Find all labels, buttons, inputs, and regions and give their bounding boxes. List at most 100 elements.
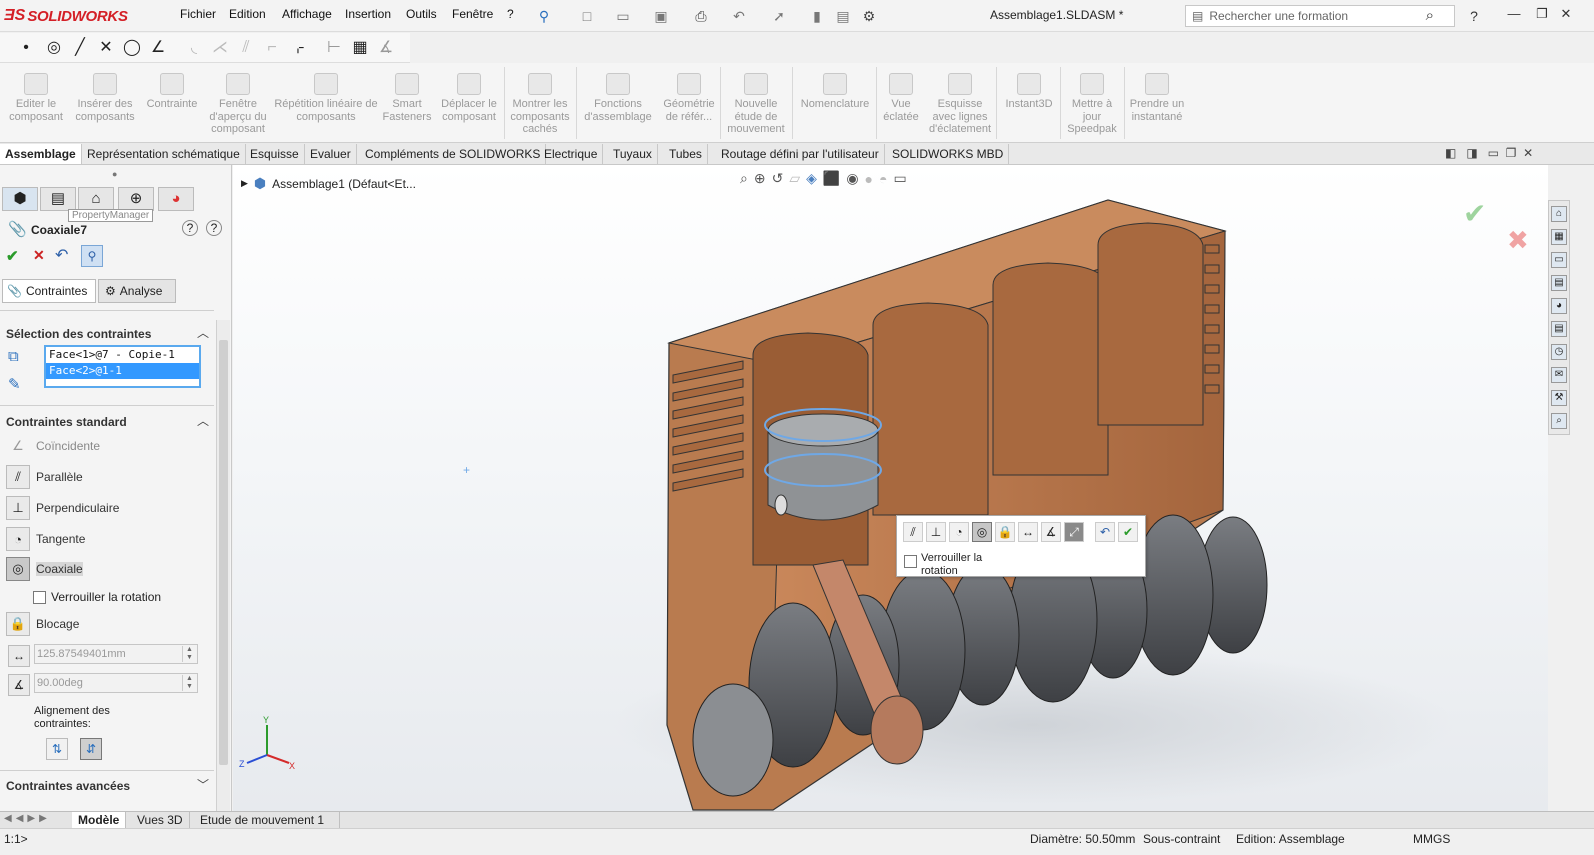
angle-icon[interactable]: ∡ [1041, 522, 1061, 542]
file-explorer-icon[interactable]: ▭ [1551, 252, 1567, 268]
appearances-icon[interactable]: ◕ [1551, 298, 1567, 314]
section-selection-header[interactable]: Sélection des contraintes [6, 327, 151, 341]
rebuild-icon[interactable]: ▮ [808, 7, 826, 25]
checkbox[interactable] [904, 555, 917, 568]
cmd-component-preview[interactable]: Fenêtre d'aperçu du composant [204, 67, 272, 139]
select-icon[interactable]: ➚ [770, 7, 788, 25]
tab-complements[interactable]: Compléments de SOLIDWORKS [360, 144, 547, 164]
search-results-icon[interactable]: ⌕ [1551, 413, 1567, 429]
panel-arrow-icons[interactable]: ◧ ◨ ▭ ❐ ✕ [1445, 146, 1533, 160]
tab-dimxpert[interactable]: ⊕ [118, 187, 154, 211]
restore-icon[interactable]: ❐ [1528, 6, 1556, 22]
flip-alignment-icon[interactable]: ⤢ [1064, 522, 1084, 542]
cmd-explode-line-sketch[interactable]: Esquisse avec lignes d'éclatement [926, 67, 994, 139]
menu-edition[interactable]: Edition [229, 7, 266, 21]
cmd-new-motion-study[interactable]: Nouvelle étude de mouvement [722, 67, 790, 139]
section-standard-header[interactable]: Contraintes standard [6, 415, 127, 429]
mate-lock[interactable]: 🔒 Blocage [6, 612, 79, 636]
cancel-x-icon[interactable]: ✕ [33, 247, 45, 264]
search-icon[interactable]: ⌕ [1426, 7, 1434, 24]
trim-icon[interactable]: ✕ [96, 39, 116, 57]
tab-scroll-arrows-icon[interactable]: ◀◀▶▶ [4, 813, 51, 824]
solidworks-logo[interactable]: ƎS SOLIDWORKS [4, 4, 152, 28]
forum-icon[interactable]: ✉ [1551, 367, 1567, 383]
hide-show-icon[interactable]: ◉ [846, 170, 858, 187]
menu-fenetre[interactable]: Fenêtre [452, 7, 493, 21]
list-item[interactable]: Face<1>@7 - Copie-1 [46, 347, 199, 363]
save-icon[interactable]: ▣ [652, 7, 670, 25]
tab-esquisse[interactable]: Esquisse [245, 144, 305, 164]
cmd-move-component[interactable]: Déplacer le composant [436, 67, 502, 139]
mate-perpendicular[interactable]: ⊥ Perpendiculaire [6, 496, 119, 520]
cancel-x-icon[interactable]: ✖ [1507, 225, 1529, 256]
menu-outils[interactable]: Outils [406, 7, 437, 21]
circle-icon[interactable]: ◎ [44, 39, 64, 57]
open-file-icon[interactable]: ▭ [614, 7, 632, 25]
dimension-icon[interactable]: ⊢ [324, 39, 344, 57]
menu-insertion[interactable]: Insertion [345, 7, 391, 21]
undo-icon[interactable]: ↶ [730, 7, 748, 25]
tab-assemblage[interactable]: Assemblage [0, 144, 82, 164]
polygon-icon[interactable]: ◯ [122, 39, 142, 57]
display-style-icon[interactable]: ⬛ [823, 170, 840, 187]
tab-configuration[interactable]: ⌂ [78, 187, 114, 211]
tab-tubes[interactable]: Tubes [664, 144, 708, 164]
tab-contraintes[interactable]: 📎 Contraintes [2, 279, 96, 303]
angle-line-icon[interactable]: ∠ [148, 39, 168, 57]
convert-icon[interactable]: ⫽ [236, 39, 256, 57]
parallel-icon[interactable]: ⫽ [903, 522, 923, 542]
distance-field[interactable]: 125.87549401mm ▲ ▼ [34, 644, 198, 664]
graphics-area[interactable]: + ▶ ⬢ Assemblage1 (Défaut<Et... ✔ ✖ Y X … [233, 165, 1548, 812]
feature-tree-root[interactable]: ▶ ⬢ Assemblage1 (Défaut<Et... [241, 175, 416, 192]
coaxial-icon[interactable]: ◎ [972, 522, 992, 542]
ok-check-icon[interactable]: ✔ [6, 247, 19, 265]
tab-tuyaux[interactable]: Tuyaux [608, 144, 658, 164]
scene-icon[interactable]: ◓ [879, 171, 887, 187]
close-icon[interactable]: ✕ [1556, 6, 1576, 22]
tab-display[interactable]: ◕ [158, 187, 194, 211]
status-units[interactable]: MMGS [1413, 832, 1450, 846]
tab-mbd[interactable]: SOLIDWORKS MBD [887, 144, 1010, 164]
perpendicular-icon[interactable]: ⊥ [926, 522, 946, 542]
grid-icon[interactable]: ▦ [350, 39, 370, 57]
custom-properties-icon[interactable]: ▤ [1551, 321, 1567, 337]
line-icon[interactable]: ╱ [70, 39, 90, 57]
home-icon[interactable]: ⌂ [1551, 206, 1567, 222]
distance-icon[interactable]: ↔ [1018, 522, 1038, 542]
context-lock-rotation[interactable]: Verrouiller la rotation [904, 552, 1001, 578]
menu-fichier[interactable]: Fichier [180, 7, 216, 21]
tab-routage[interactable]: Routage défini par l'utilisateur [716, 144, 885, 164]
undo-icon[interactable]: ↶ [1095, 522, 1115, 542]
cmd-exploded-view[interactable]: Vue éclatée [878, 67, 924, 139]
angle-field[interactable]: 90.00deg ▲ ▼ [34, 673, 198, 693]
checkbox[interactable] [33, 590, 46, 604]
mate-tangent[interactable]: ◔ Tangente [6, 527, 85, 551]
cmd-mate[interactable]: Contrainte [142, 67, 202, 139]
toolbox-icon[interactable]: ⚒ [1551, 390, 1567, 406]
cmd-bom[interactable]: Nomenclature [794, 67, 876, 139]
menu-affichage[interactable]: Affichage [282, 7, 332, 21]
cmd-edit-component[interactable]: Editer le composant [4, 67, 68, 139]
tab-representation[interactable]: Représentation schématique [82, 144, 246, 164]
zoom-to-fit-icon[interactable]: ⌕ [740, 170, 748, 187]
previous-view-icon[interactable]: ↺ [772, 170, 784, 187]
mate-coincident[interactable]: ∠ Coïncidente [6, 434, 100, 458]
expand-arrow-icon[interactable]: ▶ [241, 178, 248, 189]
help-icon[interactable]: ? [182, 220, 198, 236]
scroll-thumb[interactable] [219, 340, 228, 765]
section-advanced-header[interactable]: Contraintes avancées [6, 779, 130, 793]
new-file-icon[interactable]: □ [578, 7, 596, 25]
zoom-area-icon[interactable]: ⊕ [754, 170, 766, 187]
aligned-icon[interactable]: ⇅ [46, 738, 68, 760]
relation-icon[interactable]: ∡ [376, 39, 396, 57]
expand-icon[interactable]: ﹀ [197, 776, 209, 793]
view-orientation-icon[interactable]: ◈ [806, 170, 817, 187]
selection-list[interactable]: Face<1>@7 - Copie-1 Face<2>@1-1 [44, 345, 201, 388]
undo-icon[interactable]: ↶ [55, 245, 68, 265]
cmd-insert-components[interactable]: Insérer des composants [70, 67, 140, 139]
piston[interactable] [764, 408, 882, 521]
options-gear-icon[interactable]: ⚙ [860, 7, 878, 25]
spinner-icon[interactable]: ▲ ▼ [182, 675, 196, 691]
pin-icon[interactable]: ⚲ [81, 245, 103, 267]
anti-aligned-icon[interactable]: ⇵ [80, 738, 102, 760]
